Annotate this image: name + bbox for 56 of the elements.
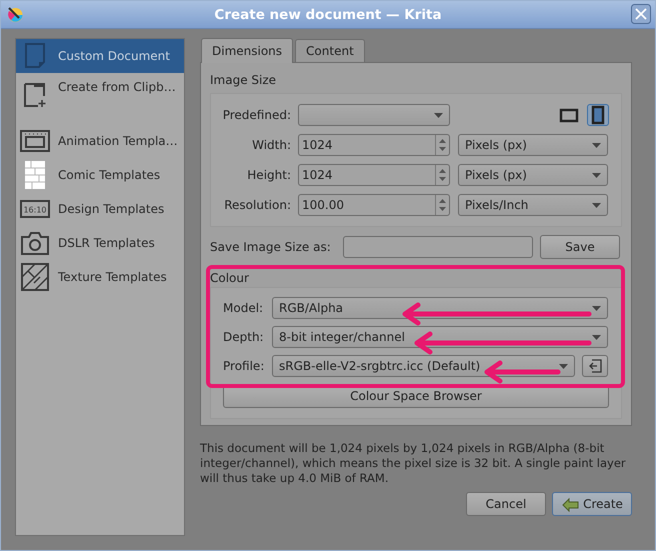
save-button[interactable]: Save: [540, 235, 620, 259]
create-button[interactable]: Create: [552, 492, 632, 516]
tile-pattern-icon: [20, 263, 50, 291]
predefined-dropdown[interactable]: [298, 104, 450, 126]
close-button[interactable]: [631, 4, 651, 24]
cancel-button[interactable]: Cancel: [466, 492, 546, 516]
unit-dropdown[interactable]: Pixels/Inch: [458, 194, 608, 216]
ratio-label: 16:10: [23, 206, 47, 214]
tab[interactable]: Dimensions: [201, 38, 294, 63]
caret-icon: [592, 202, 601, 208]
number-field[interactable]: 100.00: [299, 198, 435, 212]
unit-dropdown[interactable]: Pixels (px): [458, 164, 608, 186]
sidebar-item[interactable]: DSLR Templates: [16, 226, 184, 260]
spin-arrows-icon[interactable]: [435, 165, 449, 185]
field-label: Height:: [246, 168, 291, 182]
arrow-icon: [561, 496, 582, 512]
spin-box[interactable]: 100.00: [298, 194, 450, 216]
group-title: Colour: [210, 271, 250, 285]
input-field[interactable]: [343, 236, 533, 258]
import-icon: [588, 359, 602, 373]
spin-box[interactable]: 1024: [298, 134, 450, 156]
sidebar-item[interactable]: Comic Templates: [16, 158, 184, 192]
field-label: Depth:: [223, 330, 265, 344]
caret-icon: [592, 172, 601, 178]
app-icon: [7, 6, 24, 23]
summary-text: This document will be 1,024 pixels by 1,024 pixels in RGB/Alpha (8-bit integer/channel), which means the pixel size is 32 bit. A single paint layer will thus take up 4.0 MiB of RAM.: [200, 441, 627, 486]
sidebar-item[interactable]: 16:10 Design Templates: [16, 192, 184, 226]
window-title: Create new document — Krita: [214, 6, 442, 22]
number-field[interactable]: 1024: [299, 138, 435, 152]
sidebar-item[interactable]: Custom Document: [16, 39, 184, 73]
unit-dropdown[interactable]: Pixels (px): [458, 134, 608, 156]
caret-icon: [592, 142, 601, 148]
sidebar-item[interactable]: Create from Clipb…: [16, 73, 184, 124]
caret-icon: [592, 306, 601, 310]
sidebar-item[interactable]: Texture Templates: [16, 260, 184, 294]
field-label: Profile:: [223, 359, 265, 373]
caret-icon: [592, 334, 601, 340]
camera-icon: [20, 229, 50, 257]
sidebar-item[interactable]: Animation Templa…: [16, 124, 184, 158]
field-label: Width:: [251, 138, 291, 152]
group-title: Image Size: [210, 73, 278, 87]
spin-box[interactable]: 1024: [298, 164, 450, 186]
tab[interactable]: Content: [295, 39, 365, 62]
caret-icon: [559, 364, 568, 368]
field-label: Predefined:: [222, 108, 291, 122]
film-frame-icon: [20, 127, 50, 155]
spin-arrows-icon[interactable]: [435, 195, 449, 215]
colour-dropdown[interactable]: sRGB-elle-V2-srgbtrc.icc (Default): [272, 355, 575, 377]
number-field[interactable]: 1024: [299, 168, 435, 182]
field-label: Save Image Size as:: [210, 240, 332, 254]
field-label: Resolution:: [223, 198, 291, 212]
field-label: Model:: [223, 301, 264, 315]
import-profile-button[interactable]: [582, 355, 608, 377]
spin-arrows-icon[interactable]: [435, 135, 449, 155]
caret-icon: [434, 112, 443, 118]
portrait-button[interactable]: [587, 104, 609, 126]
